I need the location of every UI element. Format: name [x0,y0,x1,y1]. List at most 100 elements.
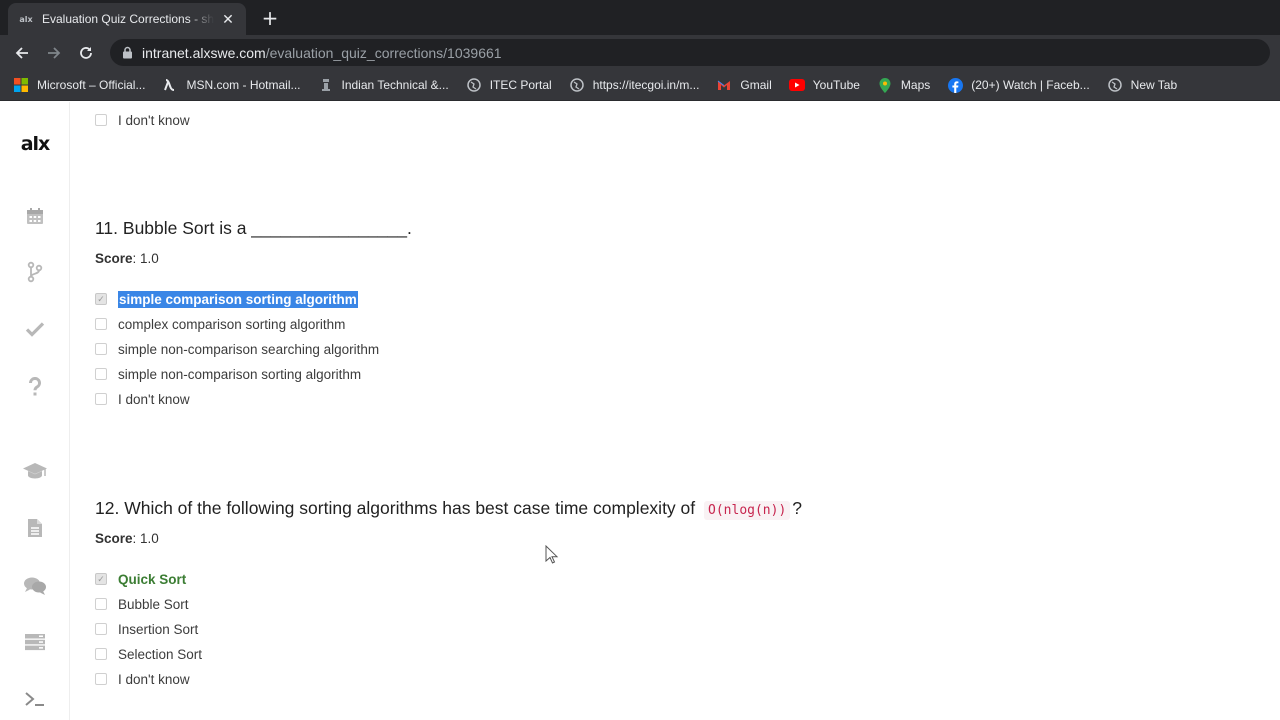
bookmark-label: MSN.com - Hotmail... [186,78,301,92]
maps-icon [877,77,893,93]
option-label: complex comparison sorting algorithm [118,316,346,332]
question-11-title: 11. Bubble Sort is a ________________. [95,218,412,238]
bookmark-label: https://itecgoi.in/m... [592,78,700,92]
question-12-text: 12. Which of the following sorting algor… [95,498,696,518]
alx-favicon-icon: alx [19,14,33,24]
question-12-score: Score: 1.0 [95,531,159,546]
chat-icon[interactable] [22,573,48,599]
bookmark-youtube[interactable]: YouTube [788,77,860,93]
bookmark-maps[interactable]: Maps [877,77,930,93]
bookmark-label: Gmail [740,78,772,92]
msn-icon [162,77,178,93]
windows-logo-icon [13,77,29,93]
complexity-code: O(nlog(n)) [704,501,791,520]
option-checkbox-checked[interactable]: ✓ [95,293,107,305]
option-label: simple non-comparison searching algorith… [118,341,380,357]
option-checkbox[interactable] [95,623,107,635]
url-path: /evaluation_quiz_corrections/1039661 [265,44,502,61]
forward-button[interactable] [41,40,67,66]
bookmark-indian-technical[interactable]: Indian Technical &... [318,77,449,93]
bookmark-label: Maps [900,78,931,92]
quiz-content: I don't know 11. Bubble Sort is a ______… [70,102,1280,720]
terminal-icon[interactable] [22,686,48,712]
arrow-right-icon [48,47,61,59]
gmail-icon [716,77,732,93]
option-checkbox[interactable] [95,673,107,685]
option-label-correct: Quick Sort [118,571,187,587]
browser-toolbar: intranet.alxswe.com /evaluation_quiz_cor… [0,35,1280,70]
option-checkbox[interactable] [95,393,107,405]
tab-strip: alx Evaluation Quiz Corrections - sho ✕ … [0,0,1280,35]
option-checkbox[interactable] [95,598,107,610]
bookmark-label: New Tab [1130,78,1178,92]
question-11-score: Score: 1.0 [95,251,159,266]
option-label: Bubble Sort [118,596,189,612]
globe-icon [466,77,482,93]
option-label: I don't know [118,391,190,407]
q12-option-3[interactable]: Insertion Sort [95,620,198,638]
branch-icon[interactable] [22,259,48,285]
option-label: I don't know [118,671,190,687]
document-icon[interactable] [22,515,48,541]
back-button[interactable] [9,40,35,66]
bookmark-itecgoi[interactable]: https://itecgoi.in/m... [569,77,700,93]
graduation-cap-icon[interactable] [22,458,48,484]
bookmark-label: (20+) Watch | Faceb... [971,78,1090,92]
sidebar: alx [0,102,70,720]
option-i-dont-know[interactable]: I don't know [95,111,190,129]
bookmark-label: Microsoft – Official... [37,78,146,92]
q11-option-3[interactable]: simple non-comparison searching algorith… [95,340,379,358]
q12-option-4[interactable]: Selection Sort [95,645,202,663]
question-12-mark: ? [792,498,803,518]
score-value: : 1.0 [132,251,159,266]
new-tab-button[interactable]: + [259,6,281,30]
bookmark-itec-portal[interactable]: ITEC Portal [466,77,552,93]
option-label-selected: simple comparison sorting algorithm [118,290,358,308]
bookmark-msn[interactable]: MSN.com - Hotmail... [162,77,301,93]
bookmark-label: Indian Technical &... [341,78,449,92]
option-checkbox[interactable] [95,648,107,660]
score-label: Score [95,531,133,546]
bookmark-gmail[interactable]: Gmail [716,77,772,93]
q11-option-5[interactable]: I don't know [95,390,190,408]
alx-logo[interactable]: alx [0,133,70,155]
option-checkbox[interactable] [95,343,107,355]
question-icon[interactable] [22,374,48,400]
question-12-title: 12. Which of the following sorting algor… [95,498,803,520]
q11-option-2[interactable]: complex comparison sorting algorithm [95,315,345,333]
itec-icon [318,77,334,93]
q11-option-1[interactable]: ✓ simple comparison sorting algorithm [95,290,358,308]
bookmarks-bar: Microsoft – Official... MSN.com - Hotmai… [0,70,1280,101]
option-checkbox-checked[interactable]: ✓ [95,573,107,585]
youtube-icon [788,77,805,93]
score-label: Score [95,251,133,266]
option-label: I don't know [118,112,190,128]
server-icon[interactable] [22,629,48,655]
q12-option-5[interactable]: I don't know [95,670,190,688]
close-tab-icon[interactable]: ✕ [220,11,236,27]
bookmark-microsoft[interactable]: Microsoft – Official... [13,77,145,93]
option-label: Insertion Sort [118,621,199,637]
address-bar[interactable]: intranet.alxswe.com /evaluation_quiz_cor… [110,39,1270,66]
q11-option-4[interactable]: simple non-comparison sorting algorithm [95,365,361,383]
option-label: simple non-comparison sorting algorithm [118,366,362,382]
q12-option-1[interactable]: ✓ Quick Sort [95,570,186,588]
option-checkbox[interactable] [95,368,107,380]
bookmark-facebook[interactable]: (20+) Watch | Faceb... [947,77,1090,93]
globe-icon [569,77,585,93]
option-label: Selection Sort [118,646,203,662]
reload-button[interactable] [73,40,99,66]
globe-icon [1107,77,1123,93]
q12-option-2[interactable]: Bubble Sort [95,595,189,613]
tab-active[interactable]: alx Evaluation Quiz Corrections - sho ✕ [8,3,246,35]
arrow-left-icon [15,47,28,59]
facebook-icon [947,77,963,93]
option-checkbox[interactable] [95,114,107,126]
lock-icon [120,46,134,60]
check-icon[interactable] [22,316,48,342]
option-checkbox[interactable] [95,318,107,330]
url-domain: intranet.alxswe.com [142,44,266,61]
bookmark-new-tab[interactable]: New Tab [1107,77,1177,93]
reload-icon [80,47,92,59]
calendar-icon[interactable] [22,203,48,229]
